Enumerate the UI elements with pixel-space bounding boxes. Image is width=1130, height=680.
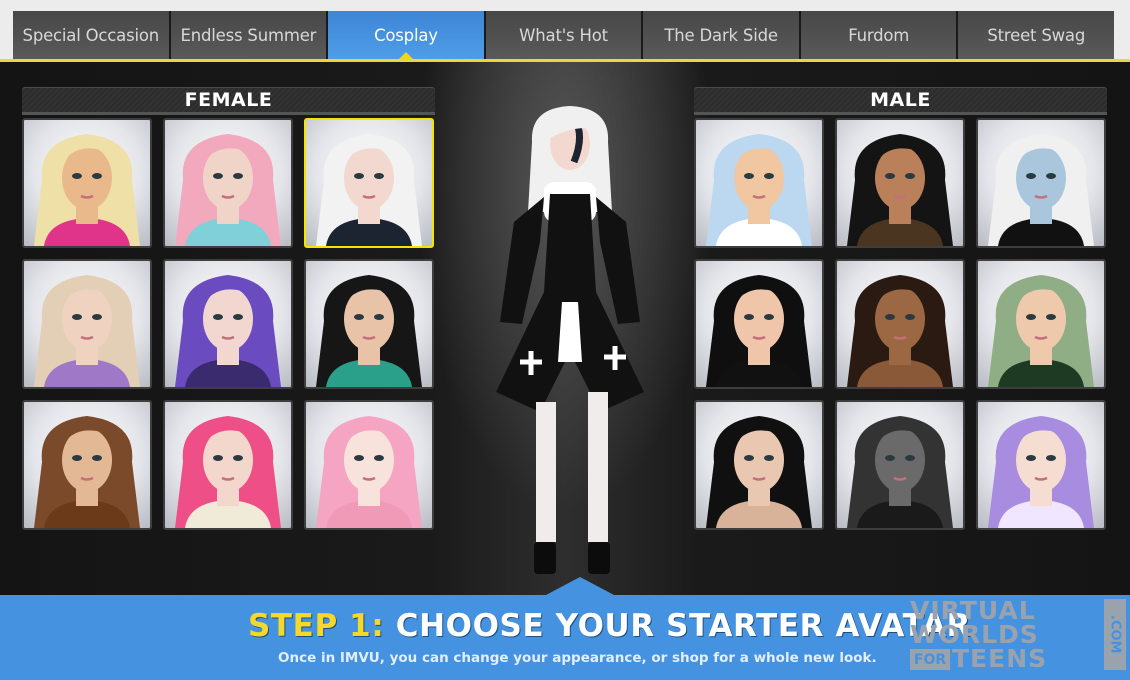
female-avatar-purple-hair[interactable] bbox=[163, 259, 293, 389]
avatar-portrait-icon bbox=[988, 416, 1094, 528]
female-avatar-white-hair-gothic[interactable] bbox=[304, 118, 434, 248]
female-panel: FEMALE bbox=[22, 87, 435, 530]
avatar-portrait-icon bbox=[847, 275, 953, 387]
male-avatar-green-messy-hair[interactable] bbox=[976, 259, 1106, 389]
avatar-portrait-icon bbox=[706, 134, 812, 246]
logo-com-badge: .COM bbox=[1104, 599, 1126, 670]
banner-pointer bbox=[546, 577, 614, 595]
avatar-portrait-icon bbox=[34, 275, 140, 387]
step-heading: CHOOSE YOUR STARTER AVATAR bbox=[395, 608, 972, 644]
female-avatar-pastel-pink-hair[interactable] bbox=[304, 400, 434, 530]
avatar-portrait-icon bbox=[316, 134, 422, 246]
step-label: STEP 1: bbox=[248, 608, 385, 644]
avatar-portrait-icon bbox=[34, 134, 140, 246]
avatar-portrait-icon bbox=[175, 275, 281, 387]
site-logo: VIRTUAL WORLDS FOR TEENS .COM bbox=[908, 598, 1128, 676]
avatar-portrait-icon bbox=[316, 416, 422, 528]
avatar-portrait-icon bbox=[706, 275, 812, 387]
logo-for-badge: FOR bbox=[910, 649, 950, 670]
male-avatar-black-pompadour[interactable] bbox=[694, 400, 824, 530]
tab-furdom[interactable]: Furdom bbox=[800, 11, 959, 60]
avatar-portrait-icon bbox=[988, 134, 1094, 246]
avatar-portrait-icon bbox=[175, 416, 281, 528]
tab-cosplay[interactable]: Cosplay bbox=[328, 11, 486, 61]
male-avatar-grey-spiked-mohawk[interactable] bbox=[835, 400, 965, 530]
tab-what-s-hot[interactable]: What's Hot bbox=[485, 11, 644, 60]
male-avatar-pale-blue-pinhead[interactable] bbox=[976, 118, 1106, 248]
tab-special-occasion[interactable]: Special Occasion bbox=[13, 11, 171, 60]
female-avatar-brown-bob-hair[interactable] bbox=[22, 400, 152, 530]
female-avatar-elf-blonde-pink-wings[interactable] bbox=[22, 118, 152, 248]
logo-line-teens: TEENS bbox=[952, 644, 1048, 673]
male-avatar-long-black-hair[interactable] bbox=[835, 118, 965, 248]
female-avatar-pink-blonde-hair[interactable] bbox=[163, 400, 293, 530]
male-avatar-grid bbox=[694, 118, 1107, 530]
avatar-portrait-icon bbox=[34, 416, 140, 528]
avatar-portrait-icon bbox=[175, 134, 281, 246]
tab-endless-summer[interactable]: Endless Summer bbox=[170, 11, 329, 60]
avatar-portrait-icon bbox=[988, 275, 1094, 387]
female-avatar-black-hair-green-fur[interactable] bbox=[304, 259, 434, 389]
female-avatar-pastel-rainbow-hair[interactable] bbox=[163, 118, 293, 248]
tab-the-dark-side[interactable]: The Dark Side bbox=[643, 11, 801, 60]
male-avatar-short-buzz-cut[interactable] bbox=[835, 259, 965, 389]
avatar-portrait-icon bbox=[706, 416, 812, 528]
category-tabs: Special Occasion Endless Summer Cosplay Wha… bbox=[13, 11, 1115, 61]
female-avatar-fairy-lavender-wings[interactable] bbox=[22, 259, 152, 389]
tab-street-swag[interactable]: Street Swag bbox=[958, 11, 1115, 60]
step-subtitle: Once in IMVU, you can change your appear… bbox=[278, 650, 877, 666]
preview-figure bbox=[496, 106, 644, 574]
avatar-portrait-icon bbox=[847, 416, 953, 528]
female-heading: FEMALE bbox=[22, 87, 435, 115]
female-avatar-grid bbox=[22, 118, 435, 530]
avatar-stage: FEMALE MALE bbox=[0, 62, 1130, 595]
male-avatar-lavender-swoop-hair[interactable] bbox=[976, 400, 1106, 530]
male-avatar-black-emo-hair[interactable] bbox=[694, 259, 824, 389]
avatar-portrait-icon bbox=[847, 134, 953, 246]
male-panel: MALE bbox=[694, 87, 1107, 530]
step-title: STEP 1: CHOOSE YOUR STARTER AVATAR bbox=[248, 608, 971, 644]
avatar-portrait-icon bbox=[316, 275, 422, 387]
male-avatar-icy-blue-spiky-hair[interactable] bbox=[694, 118, 824, 248]
male-heading: MALE bbox=[694, 87, 1107, 115]
avatar-preview bbox=[496, 106, 644, 574]
